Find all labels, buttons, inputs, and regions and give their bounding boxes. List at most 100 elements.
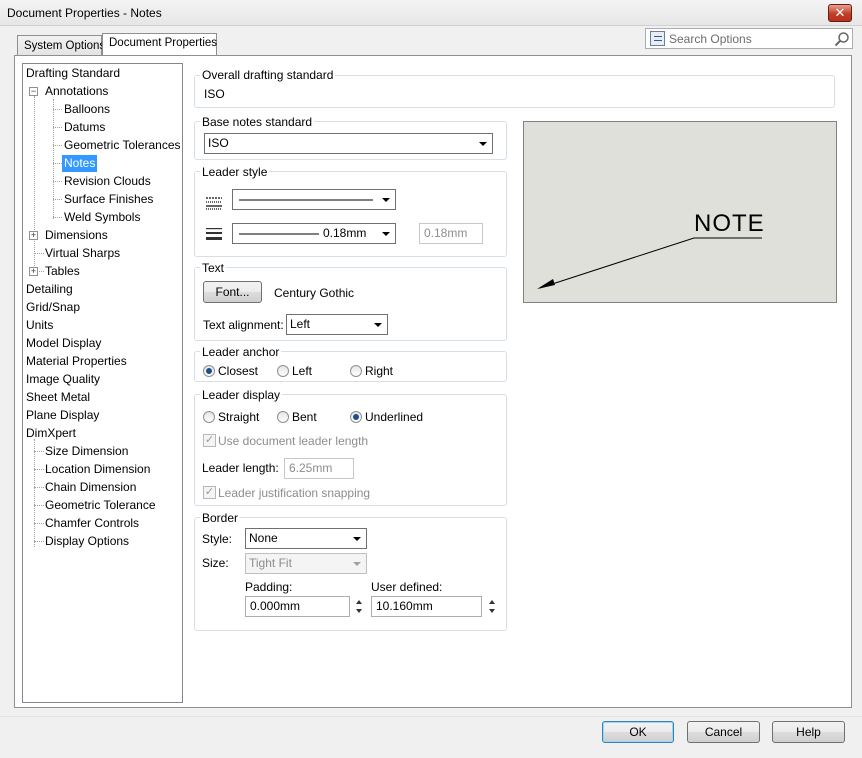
- anchor-right-radio[interactable]: [350, 365, 362, 377]
- display-straight-label[interactable]: Straight: [218, 410, 259, 424]
- tree-item-units[interactable]: Units: [26, 317, 53, 334]
- note-preview: NOTE: [523, 121, 837, 303]
- font-button[interactable]: Font...: [203, 281, 262, 303]
- footer-divider: [0, 716, 862, 717]
- border-label: Border: [200, 511, 241, 525]
- anchor-closest-radio[interactable]: [203, 365, 215, 377]
- leader-justification-snapping-label[interactable]: Leader justification snapping: [218, 486, 370, 500]
- tree-item-size-dimension[interactable]: Size Dimension: [45, 443, 128, 460]
- tab-label: Document Properties: [109, 37, 218, 49]
- tree-item-model-display[interactable]: Model Display: [26, 335, 101, 352]
- custom-thickness-input[interactable]: 0.18mm: [419, 223, 483, 244]
- base-notes-standard-select[interactable]: ISO: [204, 133, 493, 154]
- border-style-value: None: [249, 531, 278, 545]
- tree-item-drafting-standard[interactable]: Drafting Standard: [26, 65, 120, 82]
- tree-item-chain-dimension[interactable]: Chain Dimension: [45, 479, 136, 496]
- tree-item-geometric-tolerance[interactable]: Geometric Tolerance: [45, 497, 156, 514]
- display-underlined-label[interactable]: Underlined: [365, 410, 423, 424]
- use-document-leader-length-checkbox[interactable]: ✓: [203, 434, 216, 447]
- text-alignment-value: Left: [290, 317, 311, 331]
- tree-item-image-quality[interactable]: Image Quality: [26, 371, 100, 388]
- leader-style-label: Leader style: [200, 165, 270, 179]
- help-button[interactable]: Help: [772, 721, 845, 743]
- leader-style-group: [194, 171, 507, 257]
- user-defined-stepper[interactable]: [486, 596, 499, 617]
- leader-line-style-select[interactable]: [232, 189, 396, 210]
- tree-connector: [34, 451, 44, 452]
- tree-connector: [53, 217, 62, 218]
- tree-connector: [34, 96, 35, 276]
- tab-document-properties[interactable]: Document Properties: [102, 33, 217, 55]
- tree-item-display-options[interactable]: Display Options: [45, 533, 129, 550]
- tree-connector: [34, 541, 44, 542]
- tree-item-location-dimension[interactable]: Location Dimension: [45, 461, 150, 478]
- stepper-up-icon[interactable]: [356, 600, 362, 604]
- anchor-closest-label[interactable]: Closest: [218, 364, 258, 378]
- tree-item-detailing[interactable]: Detailing: [26, 281, 73, 298]
- expand-icon[interactable]: +: [29, 231, 38, 240]
- stepper-down-icon[interactable]: [356, 609, 362, 613]
- tree-connector: [34, 253, 44, 254]
- tree-item-revision-clouds[interactable]: Revision Clouds: [64, 173, 151, 190]
- base-notes-standard-value: ISO: [208, 136, 229, 150]
- search-box[interactable]: Search Options: [645, 28, 853, 49]
- tree-item-sheet-metal[interactable]: Sheet Metal: [26, 389, 90, 406]
- display-straight-radio[interactable]: [203, 411, 215, 423]
- border-style-select[interactable]: None: [245, 528, 367, 549]
- tree-item-geometric-tolerances[interactable]: Geometric Tolerances: [64, 137, 181, 154]
- cancel-button[interactable]: Cancel: [687, 721, 760, 743]
- tree-item-tables[interactable]: Tables: [45, 263, 80, 280]
- collapse-icon[interactable]: −: [29, 87, 38, 96]
- close-icon: ✕: [834, 5, 846, 20]
- tree-item-virtual-sharps[interactable]: Virtual Sharps: [45, 245, 120, 262]
- tree-item-chamfer-controls[interactable]: Chamfer Controls: [45, 515, 139, 532]
- expand-icon[interactable]: +: [29, 267, 38, 276]
- leader-thickness-select[interactable]: 0.18mm: [232, 223, 396, 244]
- leader-justification-snapping-checkbox[interactable]: ✓: [203, 486, 216, 499]
- base-notes-standard-label: Base notes standard: [200, 115, 315, 129]
- chevron-down-icon: [374, 323, 382, 327]
- stepper-up-icon[interactable]: [489, 600, 495, 604]
- display-bent-label[interactable]: Bent: [292, 410, 317, 424]
- ok-button[interactable]: OK: [602, 721, 674, 743]
- chevron-down-icon: [353, 537, 361, 541]
- padding-input[interactable]: 0.000mm: [245, 596, 350, 617]
- search-input[interactable]: Search Options: [669, 32, 752, 46]
- close-button[interactable]: ✕: [828, 4, 852, 22]
- use-document-leader-length-label[interactable]: Use document leader length: [218, 434, 368, 448]
- tree-item-grid-snap[interactable]: Grid/Snap: [26, 299, 80, 316]
- anchor-left-label[interactable]: Left: [292, 364, 312, 378]
- tree-item-datums[interactable]: Datums: [64, 119, 105, 136]
- overall-drafting-standard-value: ISO: [204, 87, 225, 101]
- tree-connector: [53, 127, 62, 128]
- text-alignment-select[interactable]: Left: [286, 314, 388, 335]
- stepper-down-icon[interactable]: [489, 609, 495, 613]
- search-icon[interactable]: [834, 31, 850, 47]
- tree-item-notes[interactable]: Notes: [62, 155, 98, 172]
- padding-label: Padding:: [245, 580, 293, 594]
- options-list-icon: [650, 31, 665, 46]
- tree-item-dimensions[interactable]: Dimensions: [45, 227, 108, 244]
- tree-item-annotations[interactable]: Annotations: [45, 83, 108, 100]
- leader-anchor-label: Leader anchor: [200, 345, 282, 359]
- display-underlined-radio[interactable]: [350, 411, 362, 423]
- chevron-down-icon: [479, 142, 487, 146]
- options-tree[interactable]: − + + Drafting Standard Annotations Ball…: [22, 63, 183, 703]
- tree-item-dimxpert[interactable]: DimXpert: [26, 425, 76, 442]
- tree-item-plane-display[interactable]: Plane Display: [26, 407, 99, 424]
- anchor-right-label[interactable]: Right: [365, 364, 393, 378]
- tree-item-weld-symbols[interactable]: Weld Symbols: [64, 209, 140, 226]
- tree-item-material-properties[interactable]: Material Properties: [26, 353, 127, 370]
- window-title: Document Properties - Notes: [7, 6, 162, 20]
- padding-stepper[interactable]: [353, 596, 366, 617]
- border-size-select[interactable]: Tight Fit: [245, 553, 367, 574]
- display-bent-radio[interactable]: [277, 411, 289, 423]
- tab-label: System Options: [24, 40, 106, 52]
- user-defined-input[interactable]: 10.160mm: [371, 596, 482, 617]
- anchor-left-radio[interactable]: [277, 365, 289, 377]
- leader-length-input[interactable]: 6.25mm: [284, 458, 354, 479]
- tree-item-balloons[interactable]: Balloons: [64, 101, 110, 118]
- border-size-label: Size:: [202, 556, 229, 570]
- tab-system-options[interactable]: System Options: [17, 35, 106, 56]
- tree-item-surface-finishes[interactable]: Surface Finishes: [64, 191, 153, 208]
